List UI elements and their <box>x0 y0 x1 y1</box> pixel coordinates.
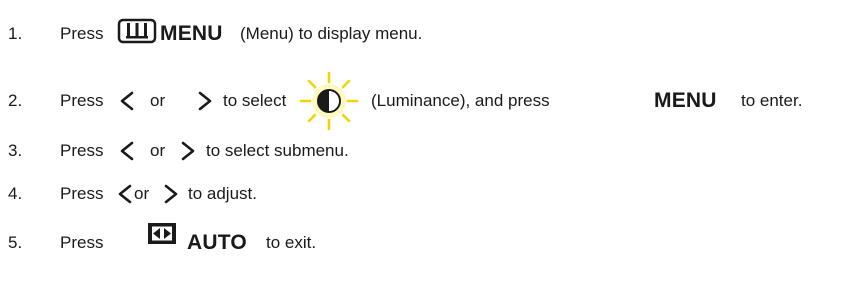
chevron-right-icon <box>181 141 195 161</box>
chevron-left-icon <box>120 141 134 161</box>
step-description: (Menu) to display menu. <box>240 24 423 43</box>
step-number: 2. <box>8 91 23 110</box>
step-description: to enter. <box>741 91 803 110</box>
menu-key-label: MENU <box>160 22 223 45</box>
luminance-text: (Luminance), and press <box>371 91 550 110</box>
press-text: Press <box>60 24 104 43</box>
step-description: to adjust. <box>188 184 257 203</box>
or-text: or <box>150 141 166 160</box>
chevron-right-icon <box>164 184 178 204</box>
chevron-right-icon <box>198 91 212 111</box>
step-number: 5. <box>8 233 23 252</box>
step-number: 4. <box>8 184 23 203</box>
chevron-left-icon <box>120 91 134 111</box>
auto-key-label: AUTO <box>187 231 247 254</box>
auto-button-icon <box>148 223 176 244</box>
step-number: 1. <box>8 24 23 43</box>
to-select-text: to select <box>223 91 287 110</box>
or-text: or <box>150 91 166 110</box>
step-number: 3. <box>8 141 23 160</box>
luminance-icon <box>299 71 359 131</box>
or-text: or <box>134 184 150 203</box>
step-description: to exit. <box>266 233 317 252</box>
press-text: Press <box>60 91 104 110</box>
step-description: to select submenu. <box>206 141 349 160</box>
menu-button-icon <box>117 18 157 44</box>
press-text: Press <box>60 184 104 203</box>
menu-key-label: MENU <box>654 89 717 112</box>
press-text: Press <box>60 233 104 252</box>
chevron-left-icon <box>118 184 132 204</box>
press-text: Press <box>60 141 104 160</box>
